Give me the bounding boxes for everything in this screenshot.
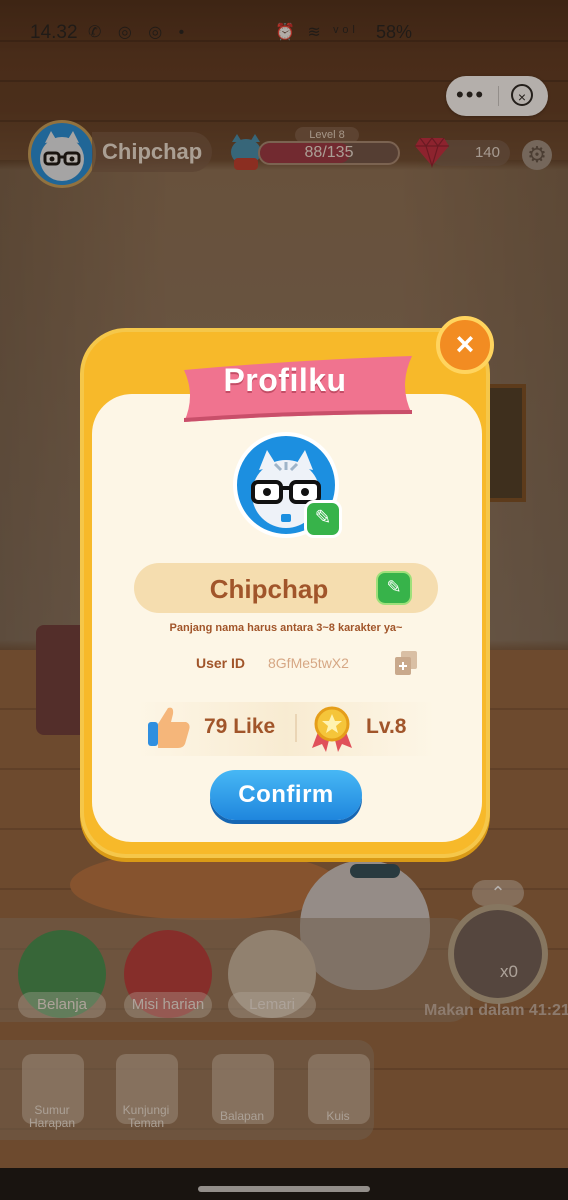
name-length-hint: Panjang nama harus antara 3~8 karakter y… (169, 622, 403, 634)
level-value: Lv.8 (366, 715, 407, 738)
user-id-value: 8GfMe5twX2 (268, 655, 349, 671)
edit-name-icon[interactable]: ✎ (376, 571, 412, 605)
name-value: Chipchap (209, 574, 329, 604)
medal-icon (312, 706, 352, 752)
close-modal-button[interactable]: × (436, 316, 494, 374)
like-count: 79 Like (204, 715, 276, 738)
copy-icon[interactable] (394, 650, 418, 676)
confirm-button[interactable]: Confirm (210, 770, 362, 820)
modal-title: Profilku (223, 362, 347, 398)
user-id-label: User ID (196, 655, 246, 671)
edit-avatar-icon[interactable]: ✎ (304, 500, 342, 538)
thumbs-up-icon (148, 707, 190, 748)
stats-divider (295, 714, 297, 742)
